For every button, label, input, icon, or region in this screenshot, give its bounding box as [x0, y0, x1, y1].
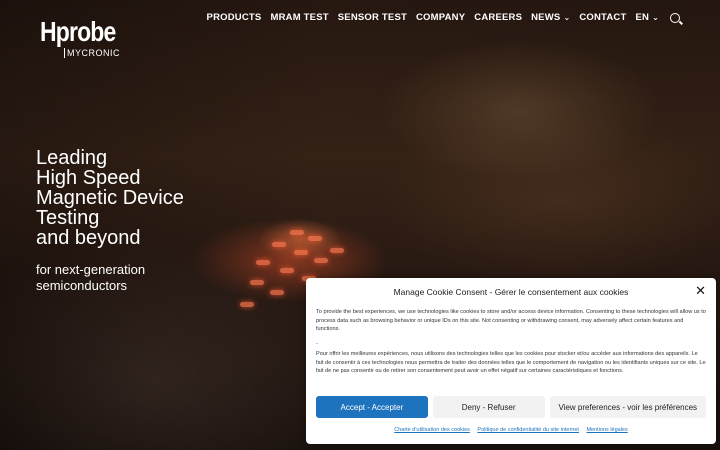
cookie-modal-body: To provide the best experiences, we use …	[316, 308, 706, 382]
nav-label: CONTACT	[579, 12, 627, 23]
cookie-modal-title: Manage Cookie Consent - Gérer le consent…	[393, 287, 629, 297]
nav-label: NEWS	[531, 12, 561, 23]
headline-line: Magnetic Device	[36, 187, 184, 209]
privacy-policy-link[interactable]: Politique de confidentialité du site int…	[477, 427, 579, 433]
nav-label: SENSOR TEST	[337, 12, 407, 23]
headline-line: Leading	[36, 147, 108, 169]
cookie-text-fr: Pour offrir les meilleures expériences, …	[316, 351, 706, 374]
nav-item-careers[interactable]: CAREERS	[474, 12, 522, 23]
logo-wordmark: Hprobe	[40, 16, 116, 47]
nav-item-mram-test[interactable]: MRAM TEST	[270, 12, 328, 23]
accept-button[interactable]: Accept - Accepter	[316, 396, 428, 418]
headline-line: and beyond	[36, 227, 141, 249]
chevron-down-icon: ⌄	[563, 13, 571, 22]
nav-item-contact[interactable]: CONTACT	[579, 12, 626, 23]
language-switcher[interactable]: EN ⌄	[635, 12, 659, 23]
headline-line: High Speed	[36, 167, 141, 189]
nav-label: COMPANY	[416, 12, 466, 23]
nav-label: CAREERS	[474, 12, 523, 23]
nav-item-company[interactable]: COMPANY	[416, 12, 465, 23]
cookie-consent-modal: Manage Cookie Consent - Gérer le consent…	[306, 278, 716, 444]
search-icon[interactable]	[670, 12, 680, 23]
view-preferences-button[interactable]: View preferences - voir les préférences	[549, 396, 706, 418]
nav-label: EN	[635, 12, 650, 23]
site-logo[interactable]: Hprobe MYCRONIC	[40, 18, 132, 58]
subline-line: for next-generation	[36, 262, 146, 277]
nav-label: PRODUCTS	[206, 12, 262, 23]
main-nav: PRODUCTS MRAM TEST SENSOR TEST COMPANY C…	[207, 12, 680, 23]
nav-item-news[interactable]: NEWS ⌄	[531, 12, 570, 23]
logo-subbrand: MYCRONIC	[64, 48, 132, 58]
nav-label: MRAM TEST	[270, 12, 329, 23]
cookie-links: Charte d'utilisation des cookies Politiq…	[306, 427, 716, 433]
chevron-down-icon: ⌄	[652, 13, 659, 22]
cookie-text-en: To provide the best experiences, we use …	[316, 309, 706, 332]
nav-item-products[interactable]: PRODUCTS	[207, 12, 262, 23]
hero-subline: for next-generation semiconductors	[36, 262, 184, 294]
deny-button[interactable]: Deny - Refuser	[432, 396, 545, 418]
nav-item-sensor-test[interactable]: SENSOR TEST	[338, 12, 407, 23]
headline-line: Testing	[36, 207, 100, 229]
close-icon[interactable]: ✕	[695, 284, 706, 297]
legal-notice-link[interactable]: Mentions légales	[586, 427, 627, 433]
hero-headline: Leading High Speed Magnetic Device Testi…	[36, 148, 184, 248]
cookie-policy-link[interactable]: Charte d'utilisation des cookies	[394, 427, 470, 433]
cookie-separator: -	[316, 340, 318, 347]
subline-line: semiconductors	[36, 278, 128, 293]
cookie-buttons: Accept - Accepter Deny - Refuser View pr…	[316, 396, 706, 418]
hero-text: Leading High Speed Magnetic Device Testi…	[36, 148, 184, 294]
